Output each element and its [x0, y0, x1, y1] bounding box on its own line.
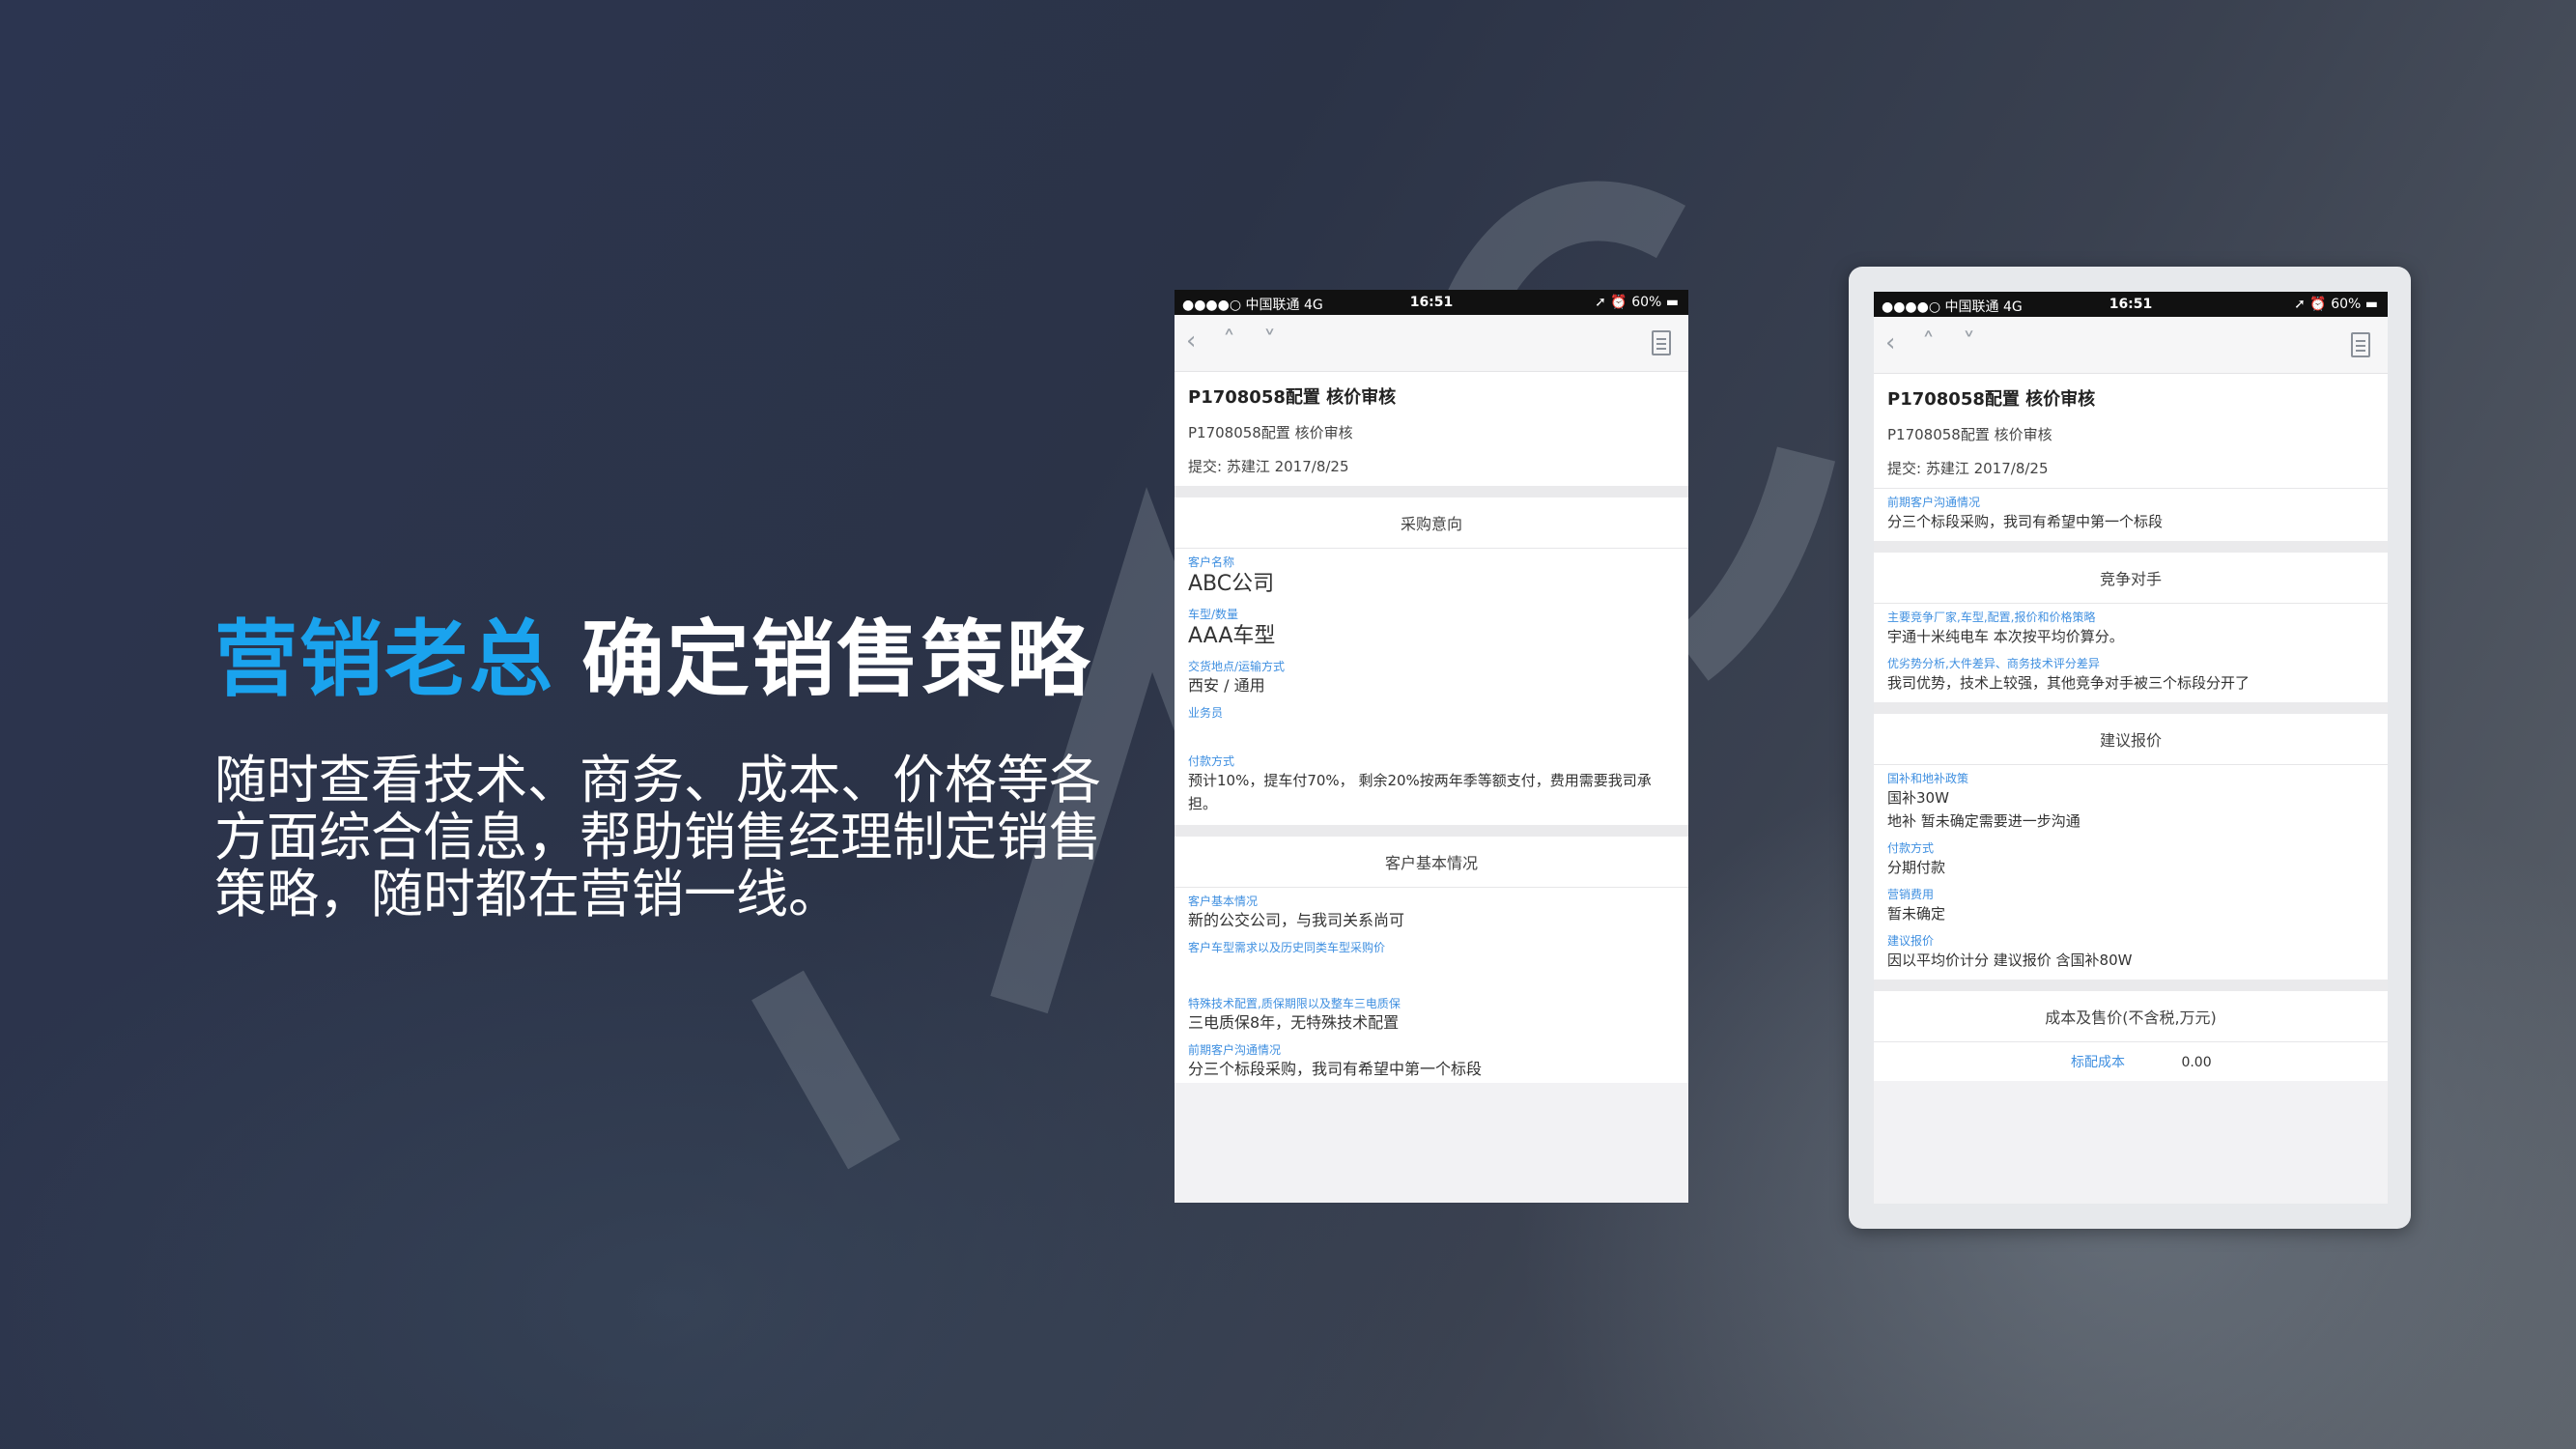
document-icon[interactable] — [2351, 332, 2370, 357]
field-label: 客户名称 — [1188, 555, 1235, 569]
field-value: 预计10%，提车付70%， 剩余20%按两年季等额支付，费用需要我司承担。 — [1188, 772, 1652, 812]
battery-label: ➚ ⏰ 60% ▬ — [1595, 295, 1679, 310]
field-payment: 付款方式 预计10%，提车付70%， 剩余20%按两年季等额支付，费用需要我司承… — [1175, 740, 1688, 825]
field-pre-communication: 前期客户沟通情况 分三个标段采购，我司有希望中第一个标段 — [1874, 489, 2388, 541]
field-history-price: 客户车型需求以及历史同类车型采购价 — [1175, 934, 1688, 990]
field-label: 付款方式 — [1188, 754, 1235, 768]
field-value: ABC公司 — [1188, 572, 1275, 596]
field-label: 前期客户沟通情况 — [1887, 496, 1981, 509]
field-label: 优劣势分析,大件差异、商务技术评分差异 — [1887, 657, 2100, 670]
summary-subtitle: P1708058配置 核价审核 — [1887, 426, 2052, 443]
section-gap — [1175, 825, 1688, 837]
field-label: 客户车型需求以及历史同类车型采购价 — [1188, 941, 1386, 954]
device-frame: ●●●●○ 中国联通 4G 16:51 ➚ ⏰ 60% ▬ ‹ ˄ ˅ P170… — [1849, 267, 2411, 1229]
phone-screen-purchase: ●●●●○ 中国联通 4G 16:51 ➚ ⏰ 60% ▬ ‹ ˄ ˅ P170… — [1175, 290, 1688, 1203]
field-label: 车型/数量 — [1188, 608, 1239, 621]
field-value: 国补30W 地补 暂未确定需要进一步沟通 — [1887, 789, 2081, 830]
field-salesperson: 业务员 — [1175, 699, 1688, 740]
field-value: 分期付款 — [1887, 859, 1946, 876]
field-payment-method: 付款方式 分期付款 — [1874, 835, 2388, 881]
field-value: 分三个标段采购，我司有希望中第一个标段 — [1887, 513, 2164, 530]
field-value: 西安 / 通用 — [1188, 676, 1265, 695]
field-value: 暂未确定 — [1887, 905, 1946, 923]
field-label: 营销费用 — [1887, 888, 1935, 901]
nav-bar: ‹ ˄ ˅ — [1175, 315, 1688, 372]
summary-title: P1708058配置 核价审核 — [1887, 389, 2096, 410]
chevron-down-icon[interactable]: ˅ — [1263, 328, 1276, 354]
field-swot: 优劣势分析,大件差异、商务技术评分差异 我司优势，技术上较强，其他竞争对手被三个… — [1874, 650, 2388, 702]
field-customer-basic: 客户基本情况 新的公交公司，与我司关系尚可 — [1175, 888, 1688, 934]
section-title-purchase: 采购意向 — [1175, 497, 1688, 549]
field-label: 国补和地补政策 — [1887, 772, 1969, 785]
summary-meta: 提交: 苏建江 2017/8/25 — [1887, 460, 2049, 477]
section-title-cost: 成本及售价(不含税,万元) — [1874, 991, 2388, 1042]
field-label: 交货地点/运输方式 — [1188, 660, 1286, 673]
field-label: 主要竞争厂家,车型,配置,报价和价格策略 — [1887, 611, 2096, 624]
section-title-suggested-price: 建议报价 — [1874, 714, 2388, 765]
field-label: 业务员 — [1188, 706, 1224, 720]
field-label: 特殊技术配置,质保期限以及整车三电质保 — [1188, 997, 1401, 1010]
summary-title: P1708058配置 核价审核 — [1188, 387, 1397, 408]
status-bar: ●●●●○ 中国联通 4G 16:51 ➚ ⏰ 60% ▬ — [1175, 290, 1688, 315]
section-title-competitors: 竞争对手 — [1874, 553, 2388, 604]
field-model-qty: 车型/数量 AAA车型 — [1175, 601, 1688, 653]
field-value — [1188, 955, 1675, 988]
cost-value: 0.00 — [2181, 1055, 2212, 1070]
status-bar: ●●●●○ 中国联通 4G 16:51 ➚ ⏰ 60% ▬ — [1874, 292, 2388, 317]
summary-subtitle: P1708058配置 核价审核 — [1188, 424, 1353, 441]
field-value: 我司优势，技术上较强，其他竞争对手被三个标段分开了 — [1887, 674, 2250, 692]
body-text: 随时查看技术、商务、成本、价格等各方面综合信息，帮助销售经理制定销售策略，随时都… — [214, 750, 1101, 924]
field-value: 因以平均价计分 建议报价 含国补80W — [1887, 952, 2133, 969]
cost-row: 标配成本 0.00 — [1874, 1042, 2388, 1081]
field-value — [1188, 721, 1675, 738]
section-gap — [1874, 702, 2388, 714]
field-label: 建议报价 — [1887, 934, 1935, 948]
approval-summary: P1708058配置 核价审核 P1708058配置 核价审核 提交: 苏建江 … — [1874, 374, 2388, 489]
headline: 营销老总 确定销售策略 — [214, 591, 1091, 712]
approval-summary: P1708058配置 核价审核 P1708058配置 核价审核 提交: 苏建江 … — [1175, 372, 1688, 497]
chevron-down-icon[interactable]: ˅ — [1963, 330, 1975, 355]
field-pre-communication: 前期客户沟通情况 分三个标段采购，我司有希望中第一个标段 — [1175, 1037, 1688, 1083]
nav-bar: ‹ ˄ ˅ — [1874, 317, 2388, 374]
phone-screen-pricing: ●●●●○ 中国联通 4G 16:51 ➚ ⏰ 60% ▬ ‹ ˄ ˅ P170… — [1874, 292, 2388, 1204]
field-label: 客户基本情况 — [1188, 895, 1259, 908]
document-icon[interactable] — [1652, 330, 1671, 355]
field-value: AAA车型 — [1188, 624, 1276, 648]
battery-label: ➚ ⏰ 60% ▬ — [2294, 297, 2378, 312]
field-label: 付款方式 — [1887, 841, 1935, 855]
field-value: 新的公交公司，与我司关系尚可 — [1188, 911, 1405, 929]
field-customer-name: 客户名称 ABC公司 — [1175, 549, 1688, 601]
field-subsidy: 国补和地补政策 国补30W 地补 暂未确定需要进一步沟通 — [1874, 765, 2388, 835]
field-label: 前期客户沟通情况 — [1188, 1043, 1282, 1057]
chevron-left-icon[interactable]: ‹ — [1885, 330, 1895, 355]
cost-label: 标配成本 — [2071, 1055, 2125, 1070]
summary-meta: 提交: 苏建江 2017/8/25 — [1188, 458, 1349, 475]
headline-rest: 确定销售策略 — [581, 611, 1091, 708]
field-value: 宇通十米纯电车 本次按平均价算分。 — [1887, 628, 2124, 645]
field-delivery: 交货地点/运输方式 西安 / 通用 — [1175, 653, 1688, 699]
section-gap — [1874, 541, 2388, 553]
section-gap — [1874, 980, 2388, 991]
headline-accent: 营销老总 — [214, 611, 554, 708]
chevron-up-icon[interactable]: ˄ — [1223, 328, 1235, 354]
field-main-competitors: 主要竞争厂家,车型,配置,报价和价格策略 宇通十米纯电车 本次按平均价算分。 — [1874, 604, 2388, 650]
chevron-left-icon[interactable]: ‹ — [1186, 328, 1196, 354]
field-value: 分三个标段采购，我司有希望中第一个标段 — [1188, 1060, 1483, 1078]
field-suggested-quote: 建议报价 因以平均价计分 建议报价 含国补80W — [1874, 927, 2388, 980]
section-title-customer: 客户基本情况 — [1175, 837, 1688, 888]
field-marketing-cost: 营销费用 暂未确定 — [1874, 881, 2388, 927]
field-special-config: 特殊技术配置,质保期限以及整车三电质保 三电质保8年，无特殊技术配置 — [1175, 990, 1688, 1037]
field-value: 三电质保8年，无特殊技术配置 — [1188, 1013, 1400, 1032]
chevron-up-icon[interactable]: ˄ — [1922, 330, 1935, 355]
